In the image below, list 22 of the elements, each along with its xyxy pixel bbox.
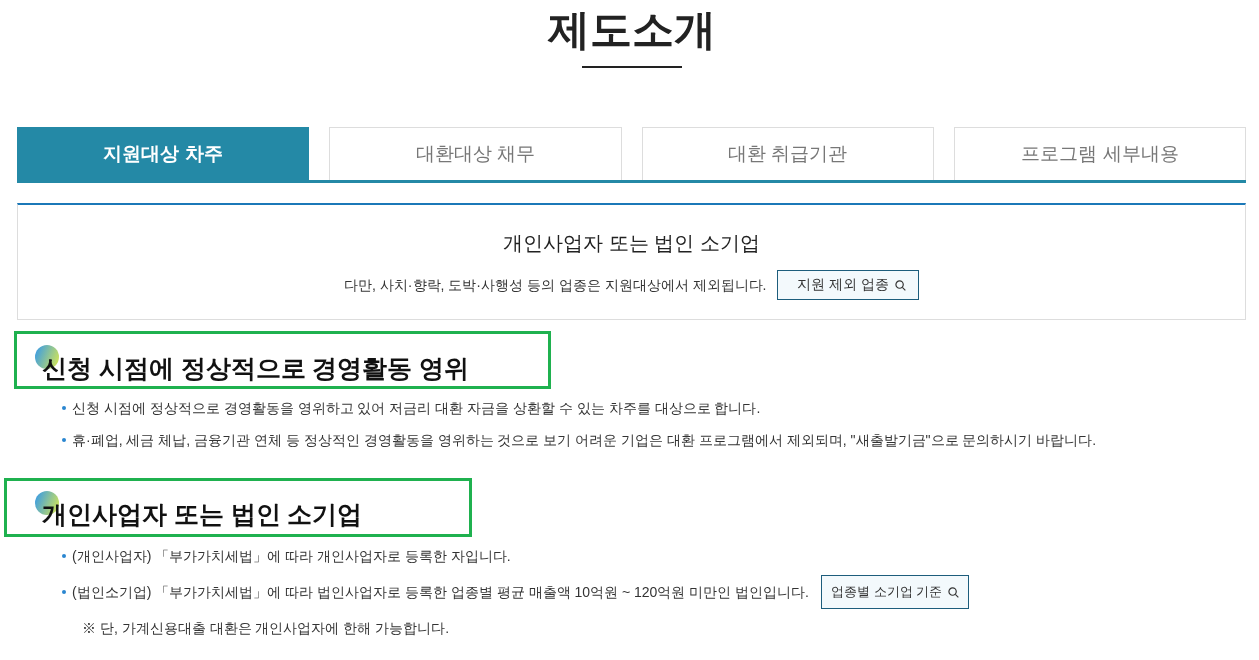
summary-heading: 개인사업자 또는 법인 소기업 [503, 231, 760, 256]
page-title: 제도소개 [547, 5, 716, 55]
search-button[interactable]: 업종별 소기업 기준 [821, 575, 970, 609]
section-heading: 신청 시점에 정상적으로 경영활동 영위 [42, 355, 470, 382]
section-heading: 개인사업자 또는 법인 소기업 [42, 501, 363, 528]
summary-note: 다만, 사치·향락, 도박·사행성 등의 업종은 지원대상에서 제외됩니다. [344, 275, 767, 295]
note-text: ※ 단, 가계신용대출 대환은 개인사업자에 한해 가능합니다. [81, 618, 450, 638]
list-text: (개인사업자) 「부가가치세법」에 따라 개인사업자로 등록한 자입니다. [72, 546, 511, 566]
bullet-icon [62, 406, 66, 410]
tab[interactable]: 대환대상 채무 [329, 127, 622, 180]
bullet-icon [62, 554, 66, 558]
search-button[interactable]: 지원 제외 업종 [777, 270, 919, 300]
list-text: 신청 시점에 정상적으로 경영활동을 영위하고 있어 저금리 대환 자금을 상환할 수 있는 차주를 대상으로 합니다. [72, 398, 761, 418]
bullet-icon [62, 590, 66, 594]
list-text: (법인소기업) 「부가가치세법」에 따라 법인사업자로 등록한 업종별 평균 매출액 10억원 ~ 120억원 미만인 법인입니다. [72, 582, 809, 602]
tab[interactable]: 프로그램 세부내용 [953, 127, 1246, 180]
tab[interactable]: 대환 취급기관 [641, 127, 934, 180]
search-icon [894, 279, 906, 291]
list-text: 휴·폐업, 세금 체납, 금융기관 연체 등 정상적인 경영활동을 영위하는 것으로 보기 어려운 기업은 대환 프로그램에서 제외되며, "새출발기금"으로 문의하시기 바랍니다. [72, 430, 1097, 450]
tab[interactable]: 지원대상 차주 [17, 127, 310, 180]
search-icon [948, 586, 960, 598]
bullet-icon [62, 438, 66, 442]
